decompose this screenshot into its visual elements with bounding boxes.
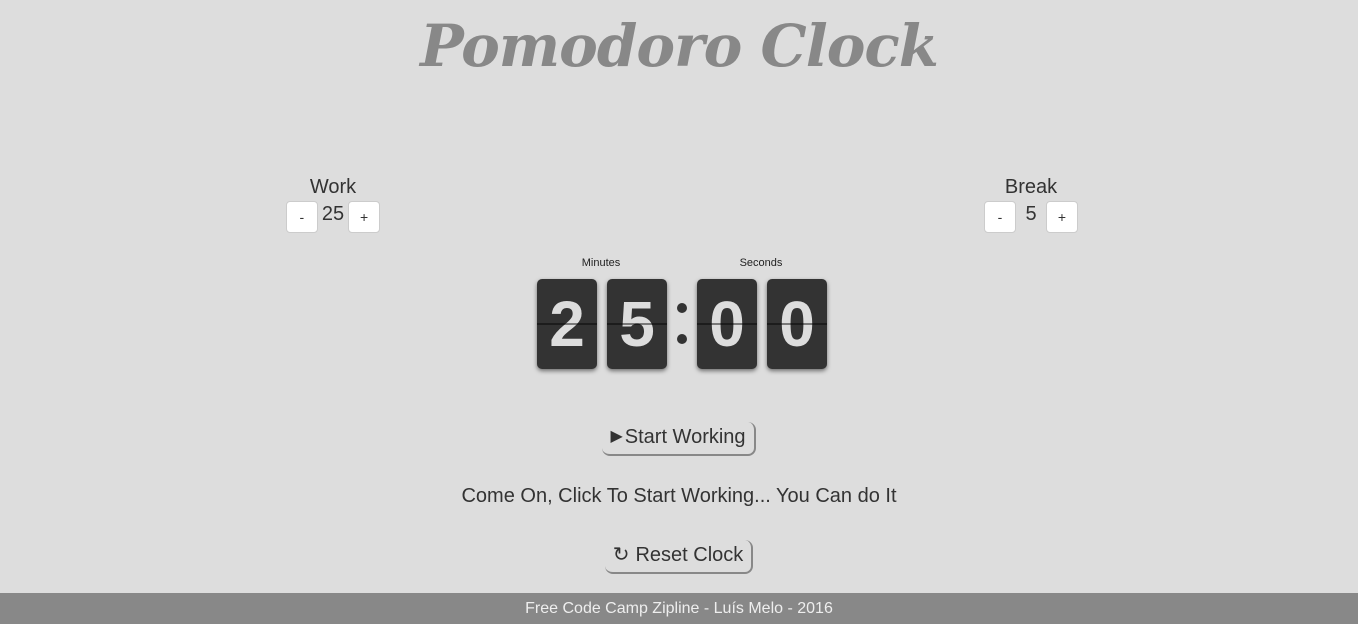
work-setting: Work - 25 +: [263, 175, 403, 233]
start-working-label: Start Working: [624, 426, 746, 448]
colon-bottom-dot: [677, 334, 687, 344]
minutes-tens-digit: 2: [537, 279, 597, 369]
footer: Free Code Camp Zipline - Luís Melo - 201…: [0, 593, 1358, 624]
colon-top-dot: [677, 303, 687, 313]
work-decrement-button[interactable]: -: [285, 201, 318, 233]
break-decrement-button[interactable]: -: [984, 201, 1016, 233]
seconds-label: Seconds: [739, 257, 783, 269]
break-controls: - 5 +: [961, 201, 1101, 233]
clock-labels: Minutes Seconds: [536, 257, 828, 271]
play-icon: ▶: [610, 428, 623, 445]
work-controls: - 25 +: [263, 201, 403, 233]
seconds-tens-digit: 0: [697, 279, 757, 369]
seconds-ones-digit: 0: [767, 279, 827, 369]
minutes-label: Minutes: [581, 257, 621, 269]
break-minutes-value: 5: [1025, 203, 1037, 225]
break-setting: Break - 5 +: [961, 175, 1101, 233]
start-button-row: ▶ Start Working: [0, 422, 1358, 456]
reset-button-row: ↻ Reset Clock: [0, 540, 1358, 574]
reset-clock-button[interactable]: ↻ Reset Clock: [604, 540, 754, 574]
start-working-button[interactable]: ▶ Start Working: [602, 422, 756, 456]
page-title: Pomodoro Clock: [420, 12, 939, 80]
status-message: Come On, Click To Start Working... You C…: [461, 485, 897, 507]
break-increment-button[interactable]: +: [1046, 201, 1078, 233]
minutes-ones-digit: 5: [607, 279, 667, 369]
refresh-icon: ↻: [612, 544, 630, 566]
work-label: Work: [309, 176, 357, 198]
reset-clock-label: Reset Clock: [635, 544, 744, 566]
work-minutes-value: 25: [321, 203, 345, 225]
work-increment-button[interactable]: +: [348, 201, 381, 233]
break-label: Break: [1004, 176, 1058, 198]
